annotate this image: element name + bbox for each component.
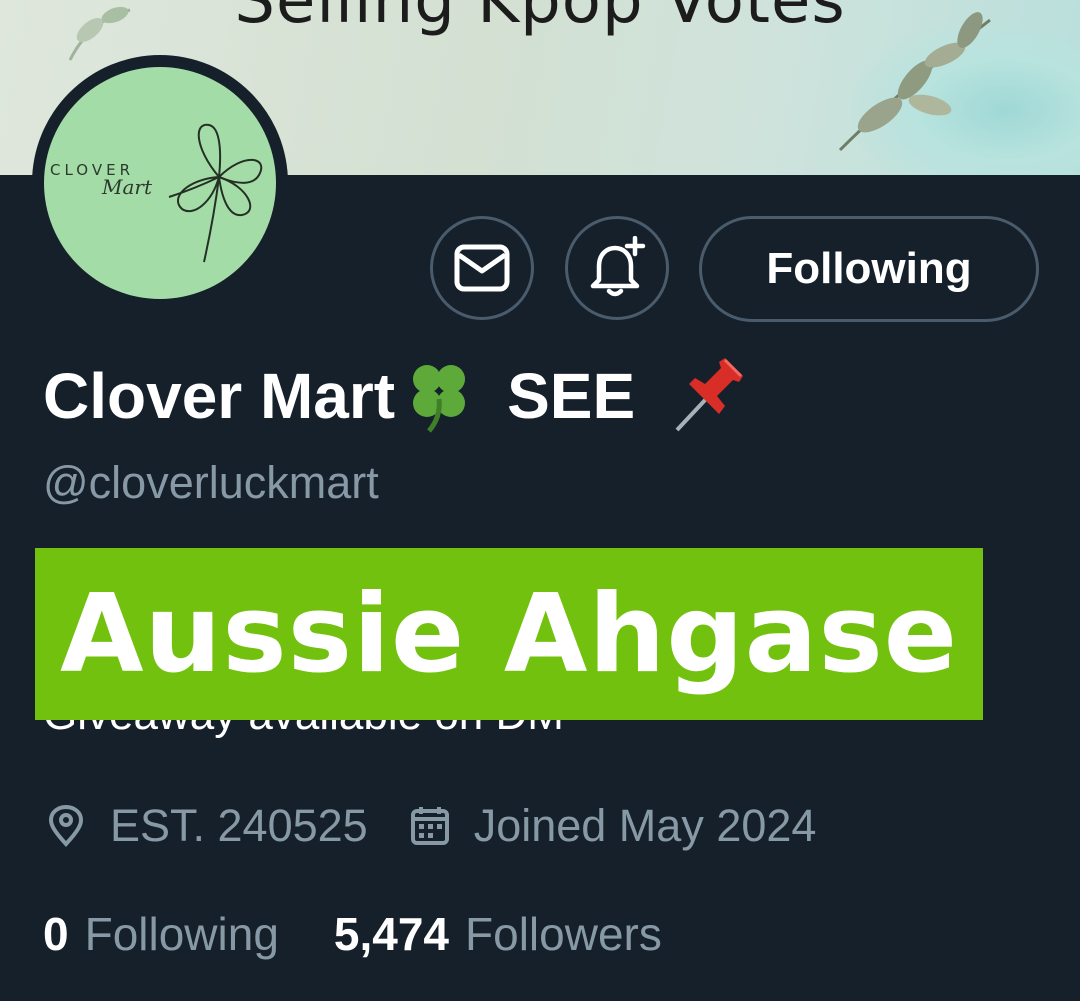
following-button[interactable]: Following	[699, 216, 1039, 322]
profile-joined: Joined May 2024	[410, 800, 817, 852]
avatar-logo-script: Mart	[102, 175, 152, 199]
mail-icon	[454, 244, 510, 292]
notifications-button[interactable]	[565, 216, 669, 320]
following-label: Following	[84, 908, 279, 960]
banner-text: Selling Kpop Votes	[234, 0, 846, 38]
overlay-label: Aussie Ahgase	[35, 548, 983, 720]
profile-joined-text: Joined May 2024	[473, 800, 817, 851]
display-name: Clover Mart SEE	[43, 356, 757, 436]
avatar-logo: CLOVER Mart	[44, 67, 276, 299]
calendar-icon	[410, 807, 449, 845]
profile-handle: @cloverluckmart	[43, 457, 379, 508]
profile-stats: 0 Following 5,474 Followers	[43, 907, 662, 961]
following-stat-link[interactable]: 0 Following	[43, 907, 279, 961]
followers-stat-link[interactable]: 5,474 Followers	[334, 907, 662, 961]
following-count: 0	[43, 908, 69, 960]
location-pin-icon	[48, 805, 84, 847]
clover-logo-icon	[168, 123, 263, 263]
display-name-suffix: SEE	[507, 360, 636, 432]
pushpin-icon	[675, 358, 744, 432]
display-name-text: Clover Mart	[43, 360, 396, 432]
four-leaf-clover-icon	[413, 365, 466, 433]
profile-meta: EST. 240525 Joined May 2024	[46, 800, 816, 852]
followers-label: Followers	[465, 908, 662, 960]
message-button[interactable]	[430, 216, 534, 320]
profile-location-text: EST. 240525	[110, 800, 368, 851]
avatar[interactable]: CLOVER Mart	[32, 55, 288, 311]
bell-plus-icon	[590, 236, 646, 297]
profile-location: EST. 240525	[46, 800, 368, 852]
followers-count: 5,474	[333, 908, 450, 960]
